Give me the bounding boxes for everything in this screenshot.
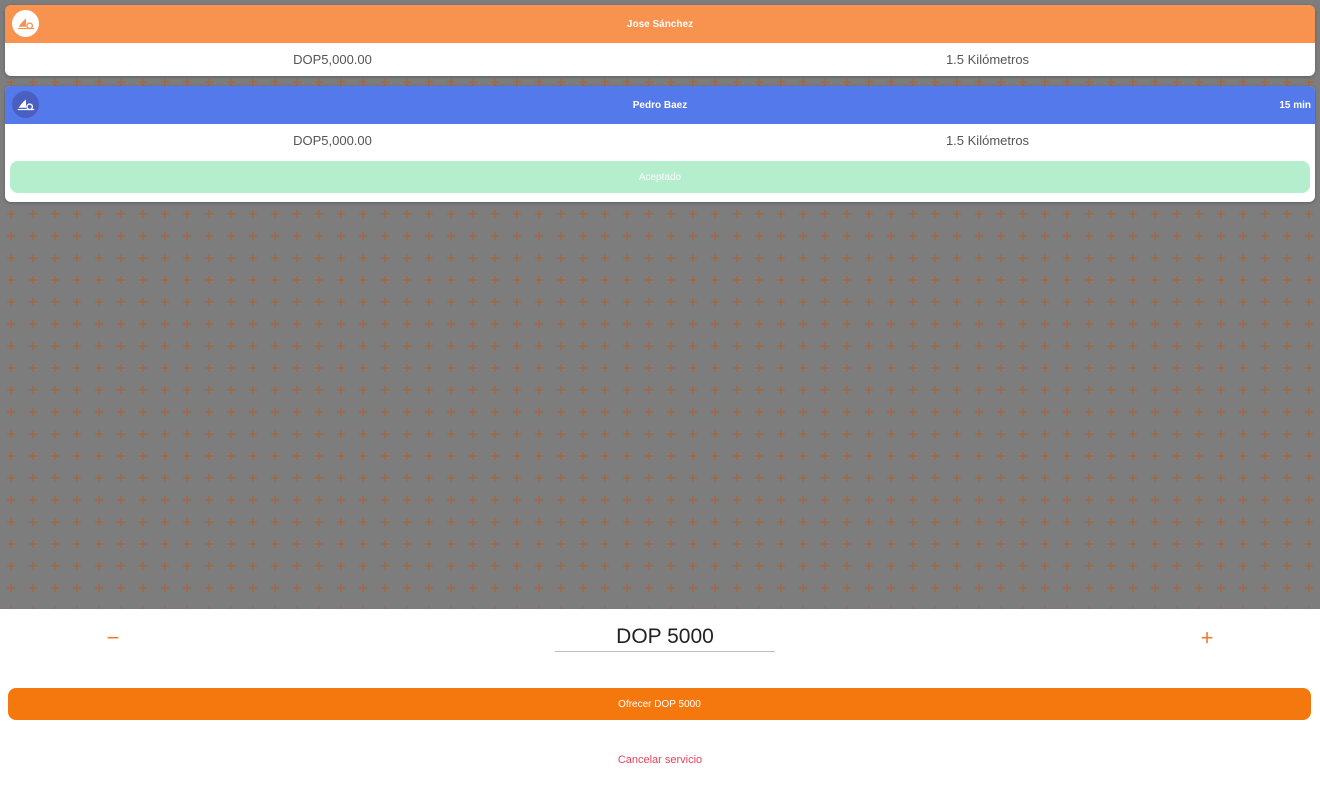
cancel-service-link[interactable]: Cancelar servicio <box>0 754 1320 766</box>
increase-amount-button[interactable]: + <box>1193 624 1221 652</box>
bid-distance: 1.5 Kilómetros <box>945 133 1030 148</box>
bid-card-body: DOP5,000.00 1.5 Kilómetros <box>5 124 1315 157</box>
offer-button[interactable]: Ofrecer DOP 5000 <box>8 688 1311 720</box>
bid-price: DOP5,000.00 <box>293 133 372 148</box>
accepted-status-button: Aceptado <box>10 161 1310 193</box>
decrease-amount-button[interactable]: − <box>99 624 127 652</box>
bid-distance: 1.5 Kilómetros <box>945 52 1030 67</box>
driver-name: Jose Sánchez <box>626 18 694 30</box>
offer-amount-field[interactable]: DOP 5000 <box>555 623 775 652</box>
bid-card[interactable]: Jose Sánchez DOP5,000.00 1.5 Kilómetros <box>5 5 1315 76</box>
bid-price: DOP5,000.00 <box>293 52 372 67</box>
offer-panel: − DOP 5000 + Ofrecer DOP 5000 Cancelar s… <box>0 609 1320 800</box>
bid-card[interactable]: Pedro Baez 15 min DOP5,000.00 1.5 Kilóme… <box>5 86 1315 202</box>
eta-time: 15 min <box>1279 99 1311 111</box>
bid-card-header: Pedro Baez 15 min <box>5 86 1315 124</box>
bid-card-header: Jose Sánchez <box>5 5 1315 43</box>
bid-card-body: DOP5,000.00 1.5 Kilómetros <box>5 43 1315 76</box>
driver-name: Pedro Baez <box>632 99 688 111</box>
